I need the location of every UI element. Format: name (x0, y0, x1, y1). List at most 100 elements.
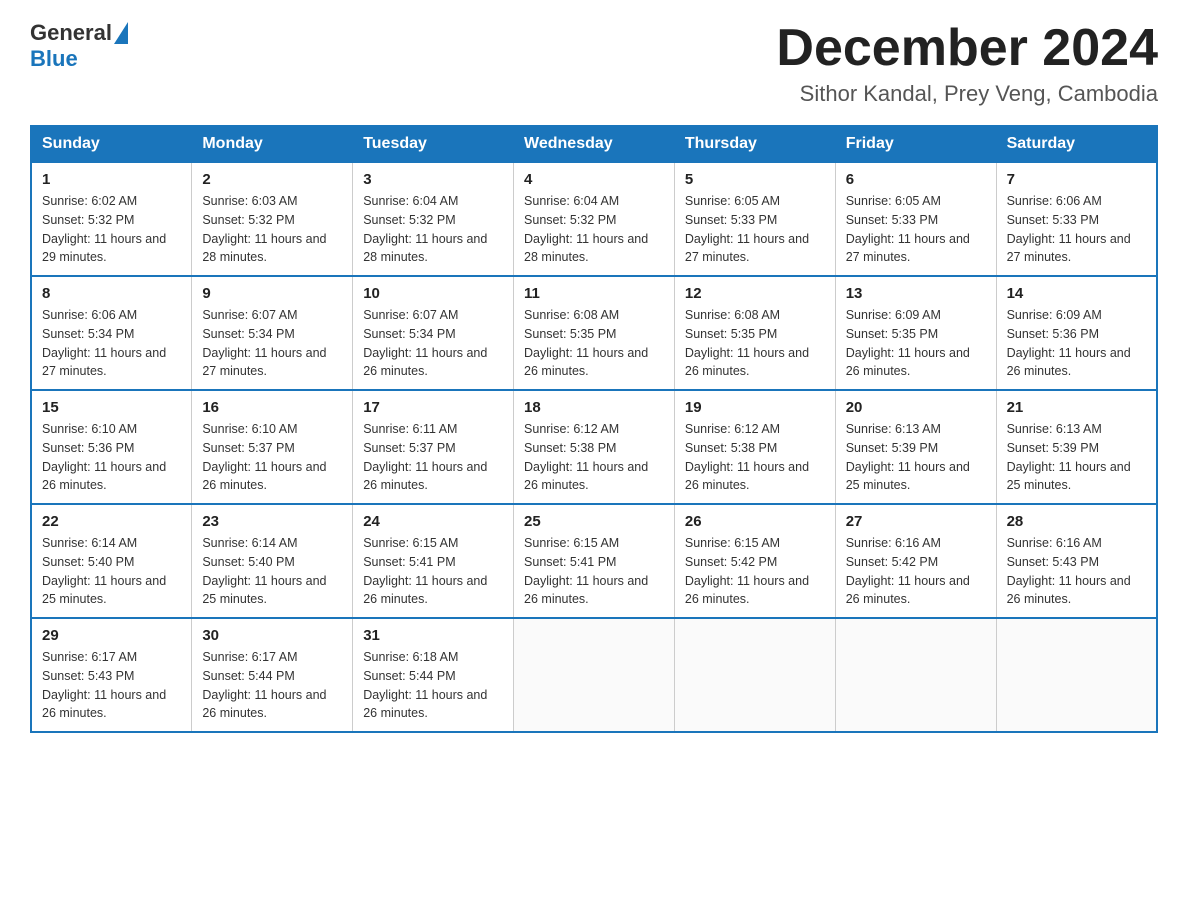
day-info: Sunrise: 6:06 AM Sunset: 5:34 PM Dayligh… (42, 306, 181, 381)
day-info: Sunrise: 6:12 AM Sunset: 5:38 PM Dayligh… (685, 420, 825, 495)
calendar-cell: 20 Sunrise: 6:13 AM Sunset: 5:39 PM Dayl… (835, 390, 996, 504)
calendar-cell: 6 Sunrise: 6:05 AM Sunset: 5:33 PM Dayli… (835, 162, 996, 276)
calendar-cell: 23 Sunrise: 6:14 AM Sunset: 5:40 PM Dayl… (192, 504, 353, 618)
calendar-cell: 8 Sunrise: 6:06 AM Sunset: 5:34 PM Dayli… (31, 276, 192, 390)
calendar-week-row: 8 Sunrise: 6:06 AM Sunset: 5:34 PM Dayli… (31, 276, 1157, 390)
day-number: 14 (1007, 285, 1146, 302)
page-header: General Blue December 2024 Sithor Kandal… (30, 20, 1158, 107)
day-number: 5 (685, 171, 825, 188)
day-info: Sunrise: 6:03 AM Sunset: 5:32 PM Dayligh… (202, 192, 342, 267)
logo-triangle-icon (114, 22, 128, 44)
calendar-cell: 26 Sunrise: 6:15 AM Sunset: 5:42 PM Dayl… (674, 504, 835, 618)
day-info: Sunrise: 6:06 AM Sunset: 5:33 PM Dayligh… (1007, 192, 1146, 267)
location-subtitle: Sithor Kandal, Prey Veng, Cambodia (776, 81, 1158, 107)
month-title: December 2024 (776, 20, 1158, 77)
day-number: 22 (42, 513, 181, 530)
day-number: 7 (1007, 171, 1146, 188)
day-info: Sunrise: 6:14 AM Sunset: 5:40 PM Dayligh… (42, 534, 181, 609)
calendar-cell: 24 Sunrise: 6:15 AM Sunset: 5:41 PM Dayl… (353, 504, 514, 618)
day-number: 9 (202, 285, 342, 302)
day-info: Sunrise: 6:15 AM Sunset: 5:41 PM Dayligh… (524, 534, 664, 609)
day-number: 28 (1007, 513, 1146, 530)
weekday-header-row: SundayMondayTuesdayWednesdayThursdayFrid… (31, 126, 1157, 162)
logo: General Blue (30, 20, 128, 72)
calendar-week-row: 1 Sunrise: 6:02 AM Sunset: 5:32 PM Dayli… (31, 162, 1157, 276)
day-number: 16 (202, 399, 342, 416)
calendar-cell: 14 Sunrise: 6:09 AM Sunset: 5:36 PM Dayl… (996, 276, 1157, 390)
day-number: 26 (685, 513, 825, 530)
day-info: Sunrise: 6:04 AM Sunset: 5:32 PM Dayligh… (363, 192, 503, 267)
day-number: 12 (685, 285, 825, 302)
calendar-cell: 22 Sunrise: 6:14 AM Sunset: 5:40 PM Dayl… (31, 504, 192, 618)
day-info: Sunrise: 6:13 AM Sunset: 5:39 PM Dayligh… (1007, 420, 1146, 495)
day-number: 20 (846, 399, 986, 416)
calendar-cell: 9 Sunrise: 6:07 AM Sunset: 5:34 PM Dayli… (192, 276, 353, 390)
calendar-cell (514, 618, 675, 732)
day-info: Sunrise: 6:04 AM Sunset: 5:32 PM Dayligh… (524, 192, 664, 267)
day-info: Sunrise: 6:15 AM Sunset: 5:42 PM Dayligh… (685, 534, 825, 609)
calendar-cell: 7 Sunrise: 6:06 AM Sunset: 5:33 PM Dayli… (996, 162, 1157, 276)
calendar-cell: 15 Sunrise: 6:10 AM Sunset: 5:36 PM Dayl… (31, 390, 192, 504)
day-info: Sunrise: 6:07 AM Sunset: 5:34 PM Dayligh… (363, 306, 503, 381)
logo-general: General (30, 20, 112, 45)
day-number: 21 (1007, 399, 1146, 416)
day-info: Sunrise: 6:10 AM Sunset: 5:37 PM Dayligh… (202, 420, 342, 495)
calendar-cell (835, 618, 996, 732)
logo-blue: Blue (30, 46, 78, 71)
day-info: Sunrise: 6:13 AM Sunset: 5:39 PM Dayligh… (846, 420, 986, 495)
calendar-cell: 13 Sunrise: 6:09 AM Sunset: 5:35 PM Dayl… (835, 276, 996, 390)
day-number: 24 (363, 513, 503, 530)
calendar-cell: 28 Sunrise: 6:16 AM Sunset: 5:43 PM Dayl… (996, 504, 1157, 618)
weekday-header-friday: Friday (835, 126, 996, 162)
day-number: 17 (363, 399, 503, 416)
day-number: 23 (202, 513, 342, 530)
day-number: 10 (363, 285, 503, 302)
calendar-cell: 3 Sunrise: 6:04 AM Sunset: 5:32 PM Dayli… (353, 162, 514, 276)
day-info: Sunrise: 6:16 AM Sunset: 5:43 PM Dayligh… (1007, 534, 1146, 609)
day-info: Sunrise: 6:12 AM Sunset: 5:38 PM Dayligh… (524, 420, 664, 495)
calendar-cell: 31 Sunrise: 6:18 AM Sunset: 5:44 PM Dayl… (353, 618, 514, 732)
day-info: Sunrise: 6:18 AM Sunset: 5:44 PM Dayligh… (363, 648, 503, 723)
day-number: 2 (202, 171, 342, 188)
day-info: Sunrise: 6:05 AM Sunset: 5:33 PM Dayligh… (685, 192, 825, 267)
day-number: 18 (524, 399, 664, 416)
day-number: 29 (42, 627, 181, 644)
weekday-header-monday: Monday (192, 126, 353, 162)
calendar-cell: 19 Sunrise: 6:12 AM Sunset: 5:38 PM Dayl… (674, 390, 835, 504)
day-info: Sunrise: 6:15 AM Sunset: 5:41 PM Dayligh… (363, 534, 503, 609)
day-number: 11 (524, 285, 664, 302)
calendar-week-row: 29 Sunrise: 6:17 AM Sunset: 5:43 PM Dayl… (31, 618, 1157, 732)
calendar-cell: 5 Sunrise: 6:05 AM Sunset: 5:33 PM Dayli… (674, 162, 835, 276)
day-number: 27 (846, 513, 986, 530)
day-number: 3 (363, 171, 503, 188)
day-info: Sunrise: 6:11 AM Sunset: 5:37 PM Dayligh… (363, 420, 503, 495)
day-info: Sunrise: 6:14 AM Sunset: 5:40 PM Dayligh… (202, 534, 342, 609)
calendar-cell: 11 Sunrise: 6:08 AM Sunset: 5:35 PM Dayl… (514, 276, 675, 390)
weekday-header-thursday: Thursday (674, 126, 835, 162)
calendar-cell: 21 Sunrise: 6:13 AM Sunset: 5:39 PM Dayl… (996, 390, 1157, 504)
calendar-cell: 27 Sunrise: 6:16 AM Sunset: 5:42 PM Dayl… (835, 504, 996, 618)
day-number: 13 (846, 285, 986, 302)
calendar-cell: 1 Sunrise: 6:02 AM Sunset: 5:32 PM Dayli… (31, 162, 192, 276)
calendar-cell: 10 Sunrise: 6:07 AM Sunset: 5:34 PM Dayl… (353, 276, 514, 390)
calendar-cell: 12 Sunrise: 6:08 AM Sunset: 5:35 PM Dayl… (674, 276, 835, 390)
calendar-cell: 4 Sunrise: 6:04 AM Sunset: 5:32 PM Dayli… (514, 162, 675, 276)
calendar-cell: 29 Sunrise: 6:17 AM Sunset: 5:43 PM Dayl… (31, 618, 192, 732)
day-info: Sunrise: 6:05 AM Sunset: 5:33 PM Dayligh… (846, 192, 986, 267)
weekday-header-wednesday: Wednesday (514, 126, 675, 162)
day-number: 8 (42, 285, 181, 302)
day-info: Sunrise: 6:10 AM Sunset: 5:36 PM Dayligh… (42, 420, 181, 495)
day-info: Sunrise: 6:02 AM Sunset: 5:32 PM Dayligh… (42, 192, 181, 267)
day-number: 30 (202, 627, 342, 644)
day-info: Sunrise: 6:08 AM Sunset: 5:35 PM Dayligh… (524, 306, 664, 381)
day-number: 1 (42, 171, 181, 188)
day-info: Sunrise: 6:17 AM Sunset: 5:43 PM Dayligh… (42, 648, 181, 723)
day-info: Sunrise: 6:09 AM Sunset: 5:35 PM Dayligh… (846, 306, 986, 381)
calendar-cell: 16 Sunrise: 6:10 AM Sunset: 5:37 PM Dayl… (192, 390, 353, 504)
weekday-header-sunday: Sunday (31, 126, 192, 162)
day-number: 6 (846, 171, 986, 188)
calendar-cell: 2 Sunrise: 6:03 AM Sunset: 5:32 PM Dayli… (192, 162, 353, 276)
calendar-cell (996, 618, 1157, 732)
day-info: Sunrise: 6:16 AM Sunset: 5:42 PM Dayligh… (846, 534, 986, 609)
calendar-week-row: 15 Sunrise: 6:10 AM Sunset: 5:36 PM Dayl… (31, 390, 1157, 504)
